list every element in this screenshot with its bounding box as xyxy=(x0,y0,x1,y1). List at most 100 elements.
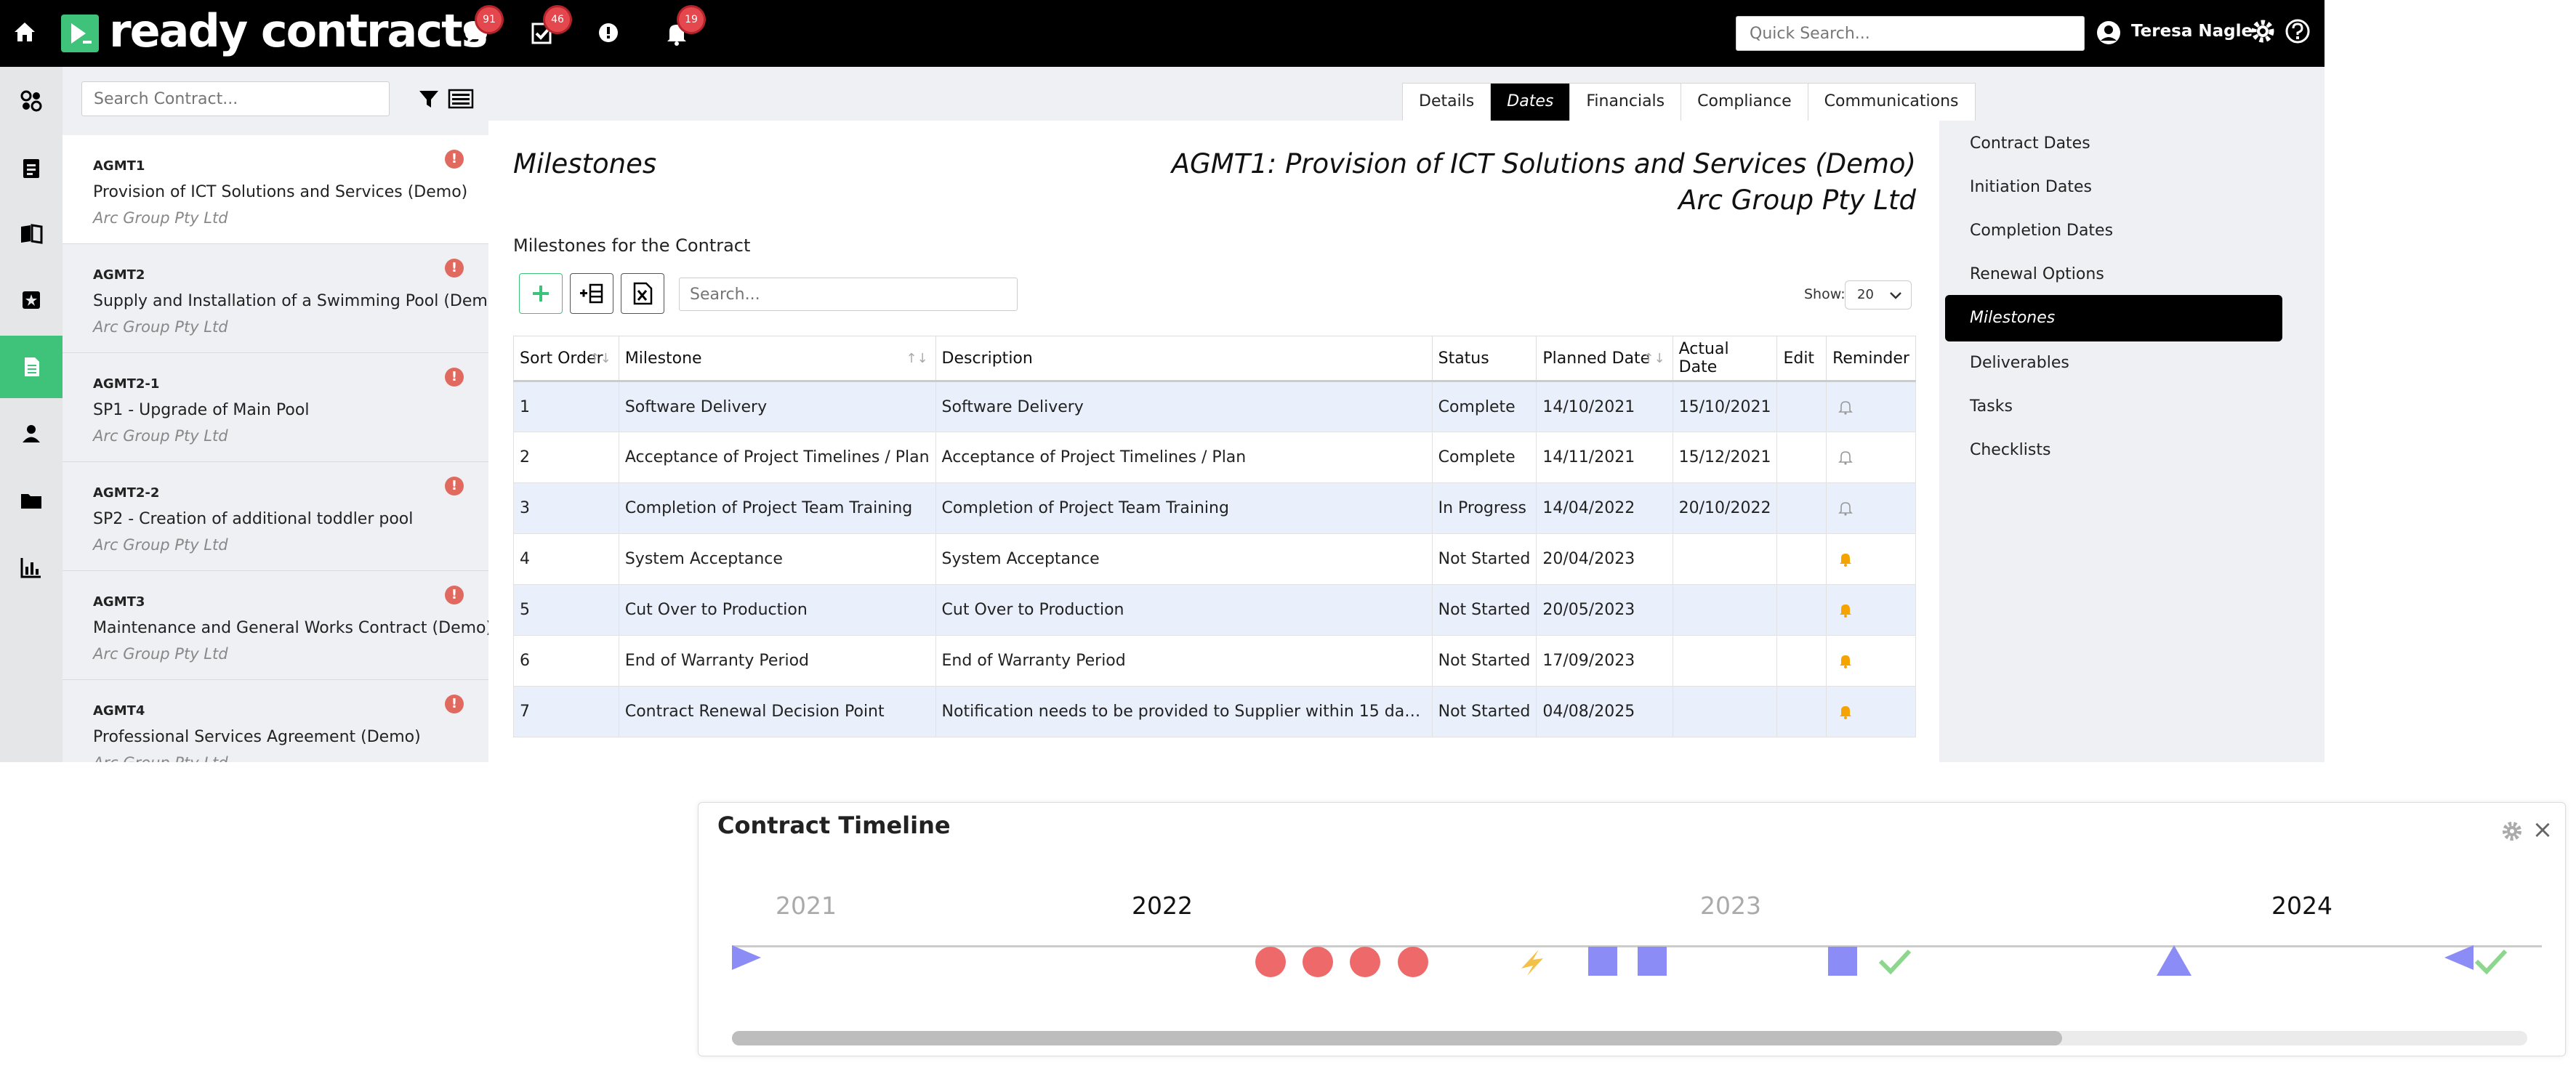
table-cell[interactable] xyxy=(1776,381,1827,432)
col-header-sort-order[interactable]: Sort Order ↑↓ xyxy=(513,336,619,382)
table-row[interactable]: 6 End of Warranty Period End of Warranty P… xyxy=(513,635,1916,687)
contract-list-item[interactable]: AGMT2-1 SP1 - Upgrade of Main Pool Arc G… xyxy=(63,353,488,462)
nav-dashboard-icon[interactable] xyxy=(0,70,63,132)
table-row[interactable]: 3 Completion of Project Team Training Comp… xyxy=(513,482,1916,534)
reminder-bell-icon[interactable] xyxy=(1838,653,1853,669)
table-cell[interactable] xyxy=(1776,482,1827,534)
reminder-bell-icon[interactable] xyxy=(1838,501,1853,517)
reminder-cell[interactable] xyxy=(1826,635,1916,687)
table-cell[interactable] xyxy=(1776,584,1827,636)
table-cell: 14/11/2021 xyxy=(1536,432,1673,483)
nav-folder-icon[interactable] xyxy=(0,469,63,532)
tab-dates[interactable]: Dates xyxy=(1490,83,1571,121)
reminder-cell[interactable] xyxy=(1826,686,1916,737)
timeline-end-marker[interactable] xyxy=(2444,945,2474,970)
timeline-milestone-square[interactable] xyxy=(1828,947,1857,976)
col-header-actual-date[interactable]: Actual Date xyxy=(1672,336,1778,382)
rail-contract-dates[interactable]: Contract Dates xyxy=(1945,121,2282,167)
reminder-cell[interactable] xyxy=(1826,533,1916,585)
rail-deliverables[interactable]: Deliverables xyxy=(1945,340,2282,387)
table-row[interactable]: 4 System Acceptance System Acceptance Not S… xyxy=(513,533,1916,585)
tab-communications[interactable]: Communications xyxy=(1807,83,1976,121)
reminder-bell-icon[interactable] xyxy=(1838,450,1853,466)
table-cell: 20/05/2023 xyxy=(1536,584,1673,636)
rail-renewal-options[interactable]: Renewal Options xyxy=(1945,251,2282,298)
reminder-cell[interactable] xyxy=(1826,584,1916,636)
table-cell[interactable] xyxy=(1776,635,1827,687)
rail-milestones[interactable]: Milestones xyxy=(1945,295,2282,341)
table-row[interactable]: 1 Software Delivery Software Delivery Compl… xyxy=(513,381,1916,432)
reminder-cell[interactable] xyxy=(1826,381,1916,432)
export-excel-button[interactable] xyxy=(621,273,664,314)
timeline-start-marker[interactable] xyxy=(732,945,761,970)
tab-compliance[interactable]: Compliance xyxy=(1681,83,1808,121)
nav-badge-icon[interactable] xyxy=(0,269,63,331)
col-header-description[interactable]: Description xyxy=(935,336,1433,382)
table-cell[interactable] xyxy=(1776,686,1827,737)
nav-contracts-icon[interactable] xyxy=(0,336,63,398)
reminder-cell[interactable] xyxy=(1826,482,1916,534)
quick-search-input[interactable] xyxy=(1736,16,2085,51)
table-row[interactable]: 2 Acceptance of Project Timelines / Plan A… xyxy=(513,432,1916,483)
sort-icon[interactable]: ↑↓ xyxy=(1643,351,1665,366)
insert-row-button[interactable] xyxy=(570,273,613,314)
reminder-bell-icon[interactable] xyxy=(1838,400,1853,416)
timeline-milestone-square[interactable] xyxy=(1588,947,1617,976)
rail-tasks[interactable]: Tasks xyxy=(1945,384,2282,430)
table-row[interactable]: 7 Contract Renewal Decision Point Notifica… xyxy=(513,686,1916,737)
timeline-milestone-square[interactable] xyxy=(1638,947,1667,976)
warning-icon[interactable] xyxy=(592,16,625,49)
tab-details[interactable]: Details xyxy=(1402,83,1492,121)
table-row[interactable]: 5 Cut Over to Production Cut Over to Produ… xyxy=(513,584,1916,636)
timeline-flash-icon[interactable] xyxy=(1521,950,1543,976)
reminder-bell-icon[interactable] xyxy=(1838,602,1853,618)
table-cell: Not Started xyxy=(1431,533,1537,585)
col-header-milestone[interactable]: Milestone ↑↓ xyxy=(618,336,936,382)
timeline-milestone-circle[interactable] xyxy=(1398,947,1428,977)
nav-person-icon[interactable] xyxy=(0,403,63,465)
filter-icon[interactable] xyxy=(417,87,440,110)
sort-icon[interactable]: ↑↓ xyxy=(906,351,927,366)
nav-clipboard-icon[interactable] xyxy=(0,137,63,199)
header-label: Reminder xyxy=(1832,349,1909,368)
reminder-cell[interactable] xyxy=(1826,432,1916,483)
nav-book-icon[interactable] xyxy=(0,202,63,264)
page-size-select[interactable]: 20 xyxy=(1845,280,1912,310)
timeline-milestone-circle[interactable] xyxy=(1303,947,1333,977)
list-view-icon[interactable] xyxy=(448,87,474,110)
rail-initiation-dates[interactable]: Initiation Dates xyxy=(1945,164,2282,211)
rail-checklists[interactable]: Checklists xyxy=(1945,427,2282,474)
home-icon[interactable] xyxy=(10,17,39,46)
header-label: Actual Date xyxy=(1678,340,1729,376)
sort-icon[interactable]: ↑↓ xyxy=(589,351,611,366)
timeline-scroll-thumb[interactable] xyxy=(732,1031,2062,1045)
contract-list-item[interactable]: AGMT1 Provision of ICT Solutions and Ser… xyxy=(63,135,488,244)
timeline-milestone-triangle[interactable] xyxy=(2157,945,2191,976)
contract-list-item[interactable]: AGMT2-2 SP2 - Creation of additional tod… xyxy=(63,462,488,571)
rail-completion-dates[interactable]: Completion Dates xyxy=(1945,208,2282,254)
reminder-bell-icon[interactable] xyxy=(1838,704,1853,720)
table-search-input[interactable] xyxy=(679,278,1018,311)
col-header-status[interactable]: Status xyxy=(1431,336,1537,382)
table-cell: System Acceptance xyxy=(935,533,1433,585)
user-avatar-icon[interactable] xyxy=(2095,19,2122,46)
timeline-check-icon[interactable] xyxy=(2474,949,2508,975)
contract-list-item[interactable]: AGMT3 Maintenance and General Works Cont… xyxy=(63,571,488,680)
table-cell[interactable] xyxy=(1776,533,1827,585)
contract-list-item[interactable]: AGMT2 Supply and Installation of a Swimm… xyxy=(63,244,488,353)
table-cell[interactable] xyxy=(1776,432,1827,483)
tab-financials[interactable]: Financials xyxy=(1569,83,1682,121)
nav-reports-chart-icon[interactable] xyxy=(0,536,63,599)
add-milestone-button[interactable] xyxy=(519,273,563,314)
timeline-milestone-circle[interactable] xyxy=(1255,947,1286,977)
contract-list-item[interactable]: AGMT4 Professional Services Agreement (D… xyxy=(63,680,488,762)
help-icon[interactable] xyxy=(2282,16,2313,46)
header-label: Description xyxy=(941,349,1033,368)
timeline-check-icon[interactable] xyxy=(1878,949,1912,975)
timeline-milestone-circle[interactable] xyxy=(1350,947,1380,977)
reminder-bell-icon[interactable] xyxy=(1838,551,1853,567)
settings-gear-icon[interactable] xyxy=(2247,16,2278,46)
contract-search-input[interactable] xyxy=(81,81,390,116)
user-name[interactable]: Teresa Nagle xyxy=(2131,22,2253,41)
col-header-planned-date[interactable]: Planned Date ↑↓ xyxy=(1536,336,1673,382)
